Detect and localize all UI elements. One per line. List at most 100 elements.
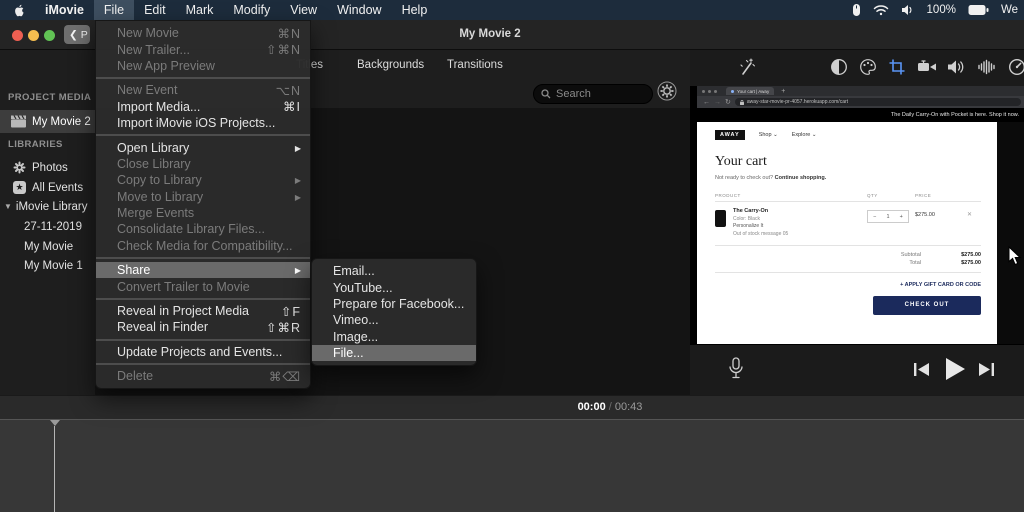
browser-url-bar: ← → ↻ away-star-movie-pr-4057.herokuapp.…	[697, 96, 1024, 108]
menu-item-consolidate-library-files[interactable]: Consolidate Library Files...	[96, 221, 310, 237]
search-field[interactable]	[533, 84, 653, 104]
playhead-handle[interactable]	[50, 420, 60, 426]
menu-item-label: Prepare for Facebook...	[333, 297, 464, 311]
sidebar-item-my-movie-2[interactable]: My Movie 2	[0, 110, 95, 133]
product-personalize: Personalize It	[733, 223, 788, 229]
webpage-body: AWAY Shop ⌄ Explore ⌄ Your cart Not read…	[697, 122, 1024, 344]
menu-item-check-media-for-compatibility[interactable]: Check Media for Compatibility...	[96, 238, 310, 254]
app-menu-imovie[interactable]: iMovie	[35, 3, 94, 17]
product-stock-note: Out of stock message 05	[733, 231, 788, 237]
qty-plus: +	[900, 214, 903, 220]
menu-item-new-event[interactable]: New Event ⌥N	[96, 82, 310, 98]
menu-item-share[interactable]: Share▶	[96, 262, 310, 278]
menubar-clock[interactable]: We	[1001, 4, 1018, 16]
menu-item-copy-to-library[interactable]: Copy to Library▶	[96, 172, 310, 188]
promo-banner: The Daily Carry-On with Pocket is here. …	[697, 108, 1024, 122]
speed-button[interactable]	[1008, 58, 1024, 76]
timeline-header: 00:00 / 00:43	[0, 395, 1024, 419]
submenu-item-prepare-for-facebook[interactable]: Prepare for Facebook...	[312, 296, 476, 312]
skip-back-button[interactable]	[913, 362, 930, 377]
menubar-item-mark[interactable]: Mark	[176, 0, 224, 20]
sidebar-item-label: 27-11-2019	[24, 221, 82, 233]
minimize-window-button[interactable]	[28, 30, 39, 41]
sidebar-item-label: My Movie 2	[32, 116, 91, 128]
battery-icon[interactable]	[968, 4, 989, 16]
noise-reduction-button[interactable]	[977, 58, 995, 76]
submenu-arrow-icon: ▶	[295, 143, 301, 153]
stabilization-camera-icon	[917, 58, 937, 76]
menu-item-new-trailer[interactable]: New Trailer...⇧⌘N	[96, 41, 310, 57]
skip-forward-button[interactable]	[978, 362, 995, 377]
volume-button[interactable]	[947, 58, 965, 76]
libraries-header: LIBRARIES	[8, 139, 63, 150]
menu-item-reveal-in-finder[interactable]: Reveal in Finder⇧⌘R	[96, 319, 310, 335]
submenu-item-file[interactable]: File...	[312, 345, 476, 361]
cart-page: AWAY Shop ⌄ Explore ⌄ Your cart Not read…	[697, 122, 997, 344]
col-qty: QTY	[867, 193, 915, 198]
menu-item-convert-trailer-to-movie[interactable]: Convert Trailer to Movie	[96, 278, 310, 294]
mouse-battery-icon[interactable]	[852, 3, 861, 17]
menubar-item-modify[interactable]: Modify	[223, 0, 280, 20]
zoom-window-button[interactable]	[44, 30, 55, 41]
menubar-item-help[interactable]: Help	[392, 0, 438, 20]
gift-card-link: + APPLY GIFT CARD OR CODE	[715, 282, 981, 288]
color-correction-button[interactable]	[859, 58, 877, 76]
sidebar-item-imovie-library[interactable]: ▼ iMovie Library	[0, 197, 95, 216]
menubar-item-edit[interactable]: Edit	[134, 0, 176, 20]
submenu-item-youtube[interactable]: YouTube...	[312, 279, 476, 295]
settings-gear-button[interactable]	[657, 81, 677, 101]
menu-item-new-movie[interactable]: New Movie⌘N	[96, 25, 310, 41]
submenu-item-image[interactable]: Image...	[312, 329, 476, 345]
sidebar-item-my-movie[interactable]: My Movie	[0, 237, 95, 256]
speaker-icon	[947, 58, 966, 76]
sidebar-item-all-events[interactable]: ★ All Events	[0, 178, 95, 197]
submenu-item-vimeo[interactable]: Vimeo...	[312, 312, 476, 328]
site-nav: AWAY Shop ⌄ Explore ⌄	[715, 130, 981, 140]
apple-icon[interactable]	[0, 3, 35, 18]
menu-item-reveal-in-project-media[interactable]: Reveal in Project Media⇧F	[96, 303, 310, 319]
menu-item-label: New Trailer...	[117, 43, 190, 57]
menu-item-open-library[interactable]: Open Library ▶	[96, 139, 310, 155]
sidebar-item-my-movie-1[interactable]: My Movie 1	[0, 256, 95, 275]
enhance-button[interactable]	[737, 58, 755, 76]
menubar-item-window[interactable]: Window	[327, 0, 391, 20]
tab-transitions[interactable]: Transitions	[447, 59, 503, 71]
timeline-track-area[interactable]	[0, 419, 1024, 512]
color-balance-button[interactable]	[830, 58, 848, 76]
back-to-projects-button[interactable]: ❮ P	[64, 25, 90, 44]
close-window-button[interactable]	[12, 30, 23, 41]
submenu-item-email[interactable]: Email...	[312, 263, 476, 279]
menu-item-new-app-preview[interactable]: New App Preview	[96, 58, 310, 74]
menubar-item-view[interactable]: View	[280, 0, 327, 20]
menu-item-import-imovie-ios-projects[interactable]: Import iMovie iOS Projects...	[96, 115, 310, 131]
disclosure-triangle-icon[interactable]: ▼	[4, 202, 12, 211]
menu-item-label: New Event	[117, 83, 177, 97]
menu-item-label: Open Library	[117, 141, 189, 155]
volume-icon[interactable]	[901, 4, 915, 16]
url-field: away-star-movie-pr-4057.herokuapp.com/ca…	[735, 98, 1021, 106]
record-voiceover-button[interactable]	[728, 357, 744, 380]
sidebar-item-27-11-2019[interactable]: 27-11-2019	[0, 217, 95, 236]
crop-button[interactable]	[888, 58, 906, 76]
tab-backgrounds[interactable]: Backgrounds	[357, 59, 424, 71]
menubar-item-file[interactable]: File	[94, 0, 134, 20]
menu-item-label: Consolidate Library Files...	[117, 222, 265, 236]
stabilization-button[interactable]	[917, 58, 935, 76]
menu-item-merge-events[interactable]: Merge Events	[96, 205, 310, 221]
search-input[interactable]	[556, 88, 640, 100]
sidebar: PROJECT MEDIA My Movie 2 LIBRARIES Photo…	[0, 50, 95, 395]
viewer-video-frame[interactable]: Your cart | Away + ← → ↻ away-star-movie…	[697, 86, 1024, 344]
menu-item-import-media[interactable]: Import Media...⌘I	[96, 99, 310, 115]
menu-item-update-projects-and-events[interactable]: Update Projects and Events...	[96, 344, 310, 360]
sidebar-item-label: My Movie 1	[24, 260, 83, 272]
playhead-line[interactable]	[54, 426, 55, 512]
menu-item-move-to-library[interactable]: Move to Library▶	[96, 189, 310, 205]
sidebar-item-photos[interactable]: Photos	[0, 158, 95, 177]
play-button[interactable]	[944, 357, 966, 381]
menu-item-delete[interactable]: Delete⌘⌫	[96, 368, 310, 384]
menu-item-label: Import iMovie iOS Projects...	[117, 116, 275, 130]
wifi-icon[interactable]	[873, 4, 889, 16]
menu-item-close-library[interactable]: Close Library	[96, 156, 310, 172]
menu-item-shortcut: ⌥N	[276, 83, 301, 98]
menu-item-label: Close Library	[117, 157, 191, 171]
